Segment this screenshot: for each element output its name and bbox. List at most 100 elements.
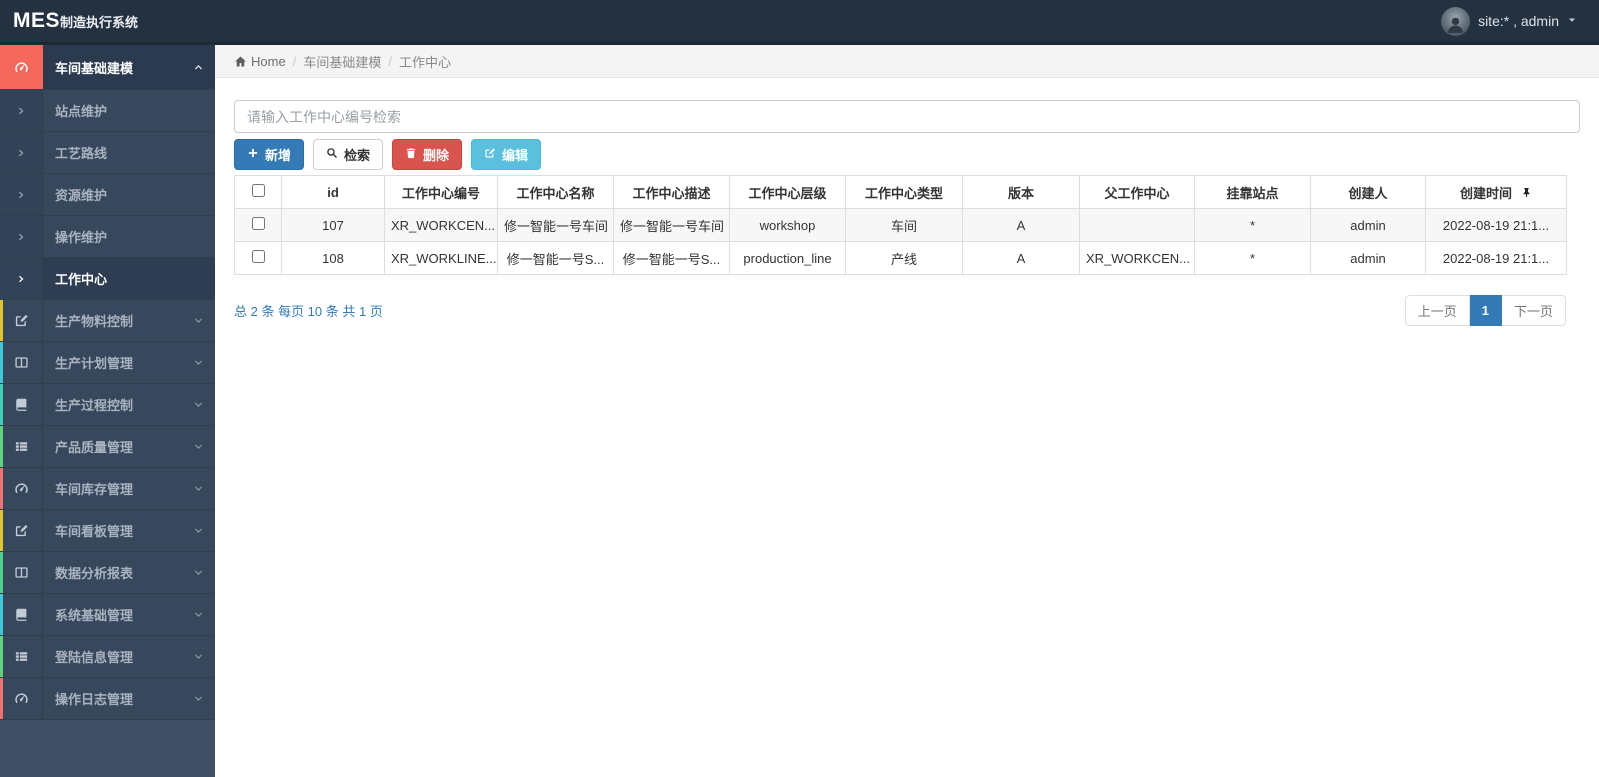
- breadcrumb-separator: /: [292, 53, 297, 69]
- sidebar-item-label: 产品质量管理: [55, 440, 134, 455]
- table-cell: admin: [1310, 241, 1426, 275]
- columns-icon: [14, 565, 29, 580]
- chevron-down-icon: [181, 468, 215, 509]
- table-row[interactable]: 108 XR_WORKLINE... 修一智能一号S... 修一智能一号S... pro…: [234, 241, 1567, 275]
- search-button[interactable]: 检索: [313, 139, 384, 170]
- prev-page-button[interactable]: 上一页: [1404, 295, 1470, 326]
- app-logo: MES 制造执行系统: [0, 9, 215, 33]
- edit-icon: [14, 313, 29, 328]
- avatar: [1441, 6, 1471, 36]
- table-cell: *: [1194, 241, 1311, 275]
- column-header-工作中心名称[interactable]: 工作中心名称: [497, 175, 614, 209]
- select-all-checkbox[interactable]: [251, 184, 265, 197]
- sidebar-item-车间看板管理[interactable]: 车间看板管理: [0, 510, 215, 552]
- sidebar-item-label: 车间库存管理: [55, 482, 134, 497]
- next-page-button[interactable]: 下一页: [1501, 295, 1566, 326]
- table-cell: production_line: [729, 241, 846, 275]
- column-header-挂靠站点[interactable]: 挂靠站点: [1194, 175, 1311, 209]
- table-row[interactable]: 107 XR_WORKCEN... 修一智能一号车间 修一智能一号车间 workshop…: [234, 208, 1567, 242]
- column-header-工作中心描述[interactable]: 工作中心描述: [613, 175, 730, 209]
- table-cell: 修一智能一号S...: [613, 241, 730, 275]
- list-icon: [14, 649, 29, 664]
- table-cell: 108: [281, 241, 385, 275]
- breadcrumb-home[interactable]: Home: [234, 54, 286, 69]
- table-cell: workshop: [729, 208, 846, 242]
- chevron-right-icon: [0, 216, 43, 257]
- chevron-down-icon: [181, 510, 215, 551]
- search-icon: [326, 147, 338, 162]
- book-icon: [14, 397, 29, 412]
- edit-button-label: 编辑: [502, 148, 529, 163]
- list-icon: [0, 426, 43, 467]
- sidebar-item-label: 登陆信息管理: [55, 650, 134, 665]
- sidebar-item-生产物料控制[interactable]: 生产物料控制: [0, 300, 215, 342]
- search-button-label: 检索: [344, 148, 371, 163]
- column-header-创建人[interactable]: 创建人: [1310, 175, 1426, 209]
- breadcrumb-separator: /: [388, 53, 392, 69]
- edit-icon: [484, 147, 496, 162]
- sidebar-subitem-工作中心[interactable]: 工作中心: [0, 258, 215, 300]
- book-icon: [0, 384, 43, 425]
- color-strip: [0, 636, 3, 677]
- color-strip: [0, 342, 3, 383]
- delete-button-label: 删除: [423, 148, 450, 163]
- sidebar-item-系统基础管理[interactable]: 系统基础管理: [0, 594, 215, 636]
- sidebar-subitem-站点维护[interactable]: 站点维护: [0, 90, 215, 132]
- toolbar: 新增 检索 删除 编辑: [234, 139, 1580, 170]
- edit-button[interactable]: 编辑: [471, 139, 542, 170]
- sidebar-item-生产过程控制[interactable]: 生产过程控制: [0, 384, 215, 426]
- table-cell: 2022-08-19 21:1...: [1425, 208, 1567, 242]
- sidebar-subitem-label: 操作维护: [55, 230, 108, 245]
- column-header-工作中心编号[interactable]: 工作中心编号: [384, 175, 498, 209]
- select-all-header-cell: [234, 175, 282, 209]
- color-strip: [0, 384, 3, 425]
- row-select-cell: [234, 241, 282, 275]
- search-input[interactable]: [234, 100, 1580, 133]
- column-header-id[interactable]: id: [281, 175, 385, 209]
- add-button-label: 新增: [265, 148, 292, 163]
- sidebar-item-label: 车间看板管理: [55, 524, 134, 539]
- breadcrumb-item-module[interactable]: 车间基础建模: [303, 52, 381, 71]
- chevron-down-icon: [181, 678, 215, 719]
- sidebar-item-登陆信息管理[interactable]: 登陆信息管理: [0, 636, 215, 678]
- column-header-版本[interactable]: 版本: [962, 175, 1080, 209]
- gauge-icon: [0, 678, 43, 719]
- color-strip: [0, 552, 3, 593]
- table-cell: 107: [281, 208, 385, 242]
- table-cell: 产线: [845, 241, 963, 275]
- gauge-icon: [14, 481, 29, 496]
- user-menu[interactable]: site:* , admin: [1441, 6, 1599, 36]
- sidebar-subitem-工艺路线[interactable]: 工艺路线: [0, 132, 215, 174]
- brand-suffix-text: 制造执行系统: [60, 15, 139, 30]
- row-checkbox[interactable]: [251, 250, 265, 263]
- list-icon: [14, 439, 29, 454]
- sidebar-subitem-label: 站点维护: [55, 104, 108, 119]
- table-cell: [1079, 208, 1195, 242]
- column-header-工作中心类型[interactable]: 工作中心类型: [845, 175, 963, 209]
- pin-icon[interactable]: [1521, 187, 1532, 198]
- sidebar-item-操作日志管理[interactable]: 操作日志管理: [0, 678, 215, 720]
- sidebar-subitem-操作维护[interactable]: 操作维护: [0, 216, 215, 258]
- workcenter-table: id 工作中心编号 工作中心名称 工作中心描述 工作中心层级 工作中心类型 版本 父工作中心挂…: [234, 175, 1567, 275]
- columns-icon: [0, 552, 43, 593]
- sidebar-item-数据分析报表[interactable]: 数据分析报表: [0, 552, 215, 594]
- column-header-创建时间[interactable]: 创建时间: [1425, 175, 1567, 209]
- chevron-down-icon: [181, 636, 215, 677]
- row-checkbox[interactable]: [251, 217, 265, 230]
- chevron-right-icon: [0, 174, 43, 215]
- sidebar-subitem-label: 工作中心: [55, 272, 108, 287]
- breadcrumb-item-current: 工作中心: [398, 54, 451, 70]
- page-1-button[interactable]: 1: [1469, 295, 1502, 326]
- delete-button[interactable]: 删除: [392, 139, 463, 170]
- sidebar-item-产品质量管理[interactable]: 产品质量管理: [0, 426, 215, 468]
- sidebar-subitem-资源维护[interactable]: 资源维护: [0, 174, 215, 216]
- column-header-父工作中心[interactable]: 父工作中心: [1079, 175, 1195, 209]
- chevron-down-icon: [181, 300, 215, 341]
- sidebar-item-车间库存管理[interactable]: 车间库存管理: [0, 468, 215, 510]
- add-button[interactable]: 新增: [234, 139, 305, 170]
- column-header-工作中心层级[interactable]: 工作中心层级: [729, 175, 846, 209]
- color-strip: [0, 426, 3, 467]
- sidebar-group-workshop-modeling[interactable]: 车间基础建模: [0, 45, 215, 90]
- color-strip: [0, 468, 3, 509]
- sidebar-item-生产计划管理[interactable]: 生产计划管理: [0, 342, 215, 384]
